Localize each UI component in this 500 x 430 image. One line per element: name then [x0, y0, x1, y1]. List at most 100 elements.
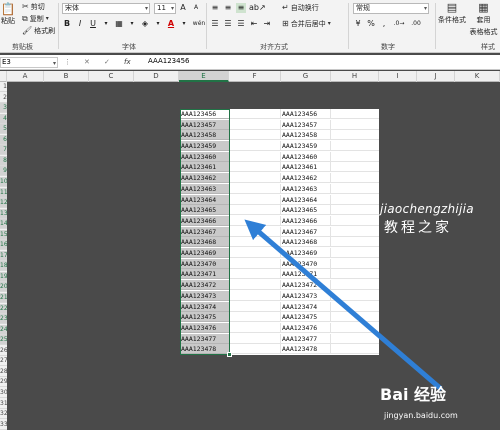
row-header[interactable]: 7	[0, 145, 7, 156]
align-left-icon[interactable]: ☰	[210, 19, 220, 29]
phonetic-button[interactable]: wén	[192, 19, 206, 29]
cell-e[interactable]: AAA123477	[180, 333, 229, 344]
cell-g[interactable]: AAA123468	[281, 237, 331, 248]
row-header[interactable]: 4	[0, 113, 7, 124]
row-header[interactable]: 32	[0, 409, 7, 420]
cell-f[interactable]	[229, 258, 281, 269]
cell-g[interactable]: AAA123473	[281, 290, 331, 301]
row-header[interactable]: 16	[0, 240, 7, 251]
currency-icon[interactable]: ¥	[353, 19, 363, 29]
row-header[interactable]: 19	[0, 271, 7, 282]
cell-f[interactable]	[229, 333, 281, 344]
row-header[interactable]: 11	[0, 187, 7, 198]
row-header[interactable]: 29	[0, 377, 7, 388]
row-header[interactable]: 17	[0, 250, 7, 261]
cell-g[interactable]: AAA123477	[281, 333, 331, 344]
chevron-down-icon[interactable]: ▾	[127, 19, 137, 29]
cell-g[interactable]: AAA123461	[281, 162, 331, 173]
cell-f[interactable]	[229, 290, 281, 301]
row-header[interactable]: 25	[0, 335, 7, 346]
chevron-down-icon[interactable]: ▾	[153, 19, 163, 29]
align-middle-icon[interactable]: ≡	[223, 3, 233, 13]
cell-h[interactable]	[331, 291, 379, 301]
cell-f[interactable]	[229, 205, 281, 216]
cell-e[interactable]: AAA123475	[180, 312, 229, 323]
paste-button[interactable]: 📋 粘贴	[0, 3, 16, 26]
cell-f[interactable]	[229, 151, 281, 162]
cell-h[interactable]	[331, 173, 379, 184]
cell-h[interactable]	[331, 344, 379, 355]
cell-g[interactable]: AAA123478	[281, 344, 331, 355]
cell-f[interactable]	[229, 237, 281, 248]
row-header[interactable]: 15	[0, 229, 7, 240]
align-center-icon[interactable]: ☰	[223, 19, 233, 29]
grow-font-button[interactable]: A	[178, 3, 188, 13]
comma-icon[interactable]: ,	[379, 19, 389, 29]
copy-button[interactable]: ⧉ 复制 ▾	[22, 14, 49, 24]
font-name-select[interactable]: 宋体 ▾	[62, 3, 150, 14]
decrease-indent-icon[interactable]: ⇤	[249, 19, 259, 29]
chevron-down-icon[interactable]: ▾	[179, 19, 189, 29]
font-color-button[interactable]: A	[166, 19, 176, 29]
row-header[interactable]: 30	[0, 388, 7, 398]
cell-h[interactable]	[331, 216, 379, 226]
cell-e[interactable]: AAA123471	[180, 269, 229, 280]
bold-button[interactable]: B	[62, 19, 72, 29]
cell-e[interactable]: AAA123457	[180, 119, 229, 130]
column-header-k[interactable]: K	[455, 71, 500, 82]
percent-icon[interactable]: %	[366, 19, 376, 29]
cell-e[interactable]: AAA123458	[180, 130, 229, 141]
cell-h[interactable]	[331, 184, 379, 194]
cell-e[interactable]: AAA123460	[180, 151, 229, 162]
row-header[interactable]: 18	[0, 261, 7, 272]
format-as-table-button[interactable]: ▦ 套用 表格格式	[467, 2, 500, 37]
cell-f[interactable]	[229, 312, 281, 323]
cell-e[interactable]: AAA123468	[180, 237, 229, 248]
cell-f[interactable]	[229, 141, 281, 152]
select-all-corner[interactable]	[0, 71, 7, 82]
column-header-c[interactable]: C	[89, 71, 134, 82]
row-header[interactable]: 6	[0, 134, 7, 145]
cancel-icon[interactable]: ✕	[84, 58, 90, 66]
number-format-select[interactable]: 常规 ▾	[353, 3, 429, 14]
cell-f[interactable]	[229, 322, 281, 333]
cell-g[interactable]: AAA123462	[281, 173, 331, 184]
cell-g[interactable]: AAA123458	[281, 130, 331, 141]
merge-center-button[interactable]: ⊞ 合并后居中 ▾	[282, 19, 331, 29]
cell-h[interactable]	[331, 120, 379, 130]
cell-h[interactable]	[331, 334, 379, 344]
cell-g[interactable]: AAA123465	[281, 205, 331, 216]
row-header[interactable]: 23	[0, 314, 7, 325]
cell-f[interactable]	[229, 280, 281, 291]
orientation-icon[interactable]: ab↗	[249, 3, 266, 13]
column-header-e[interactable]: E	[179, 71, 229, 82]
cell-f[interactable]	[229, 119, 281, 130]
cell-h[interactable]	[331, 302, 379, 312]
cell-e[interactable]: AAA123469	[180, 248, 229, 259]
cell-f[interactable]	[229, 109, 281, 119]
cell-f[interactable]	[229, 183, 281, 194]
chevron-down-icon[interactable]: ▾	[101, 19, 111, 29]
row-header[interactable]: 20	[0, 282, 7, 293]
cell-e[interactable]: AAA123459	[180, 141, 229, 152]
cell-h[interactable]	[331, 130, 379, 141]
row-header[interactable]: 21	[0, 293, 7, 303]
cell-h[interactable]	[331, 248, 379, 259]
cell-f[interactable]	[229, 162, 281, 173]
column-header-i[interactable]: I	[379, 71, 417, 82]
row-header[interactable]: 27	[0, 356, 7, 367]
cell-f[interactable]	[229, 215, 281, 226]
increase-indent-icon[interactable]: ⇥	[262, 19, 272, 29]
cell-h[interactable]	[331, 152, 379, 162]
row-header[interactable]: 10	[0, 176, 7, 187]
cell-e[interactable]: AAA123476	[180, 322, 229, 333]
cell-h[interactable]	[331, 109, 379, 119]
cell-e[interactable]: AAA123461	[180, 162, 229, 173]
cell-h[interactable]	[331, 237, 379, 248]
column-header-j[interactable]: J	[417, 71, 455, 82]
cell-f[interactable]	[229, 226, 281, 237]
cell-e[interactable]: AAA123478	[180, 344, 229, 355]
row-header[interactable]: 26	[0, 346, 7, 356]
column-header-d[interactable]: D	[134, 71, 179, 82]
column-header-f[interactable]: F	[229, 71, 281, 82]
